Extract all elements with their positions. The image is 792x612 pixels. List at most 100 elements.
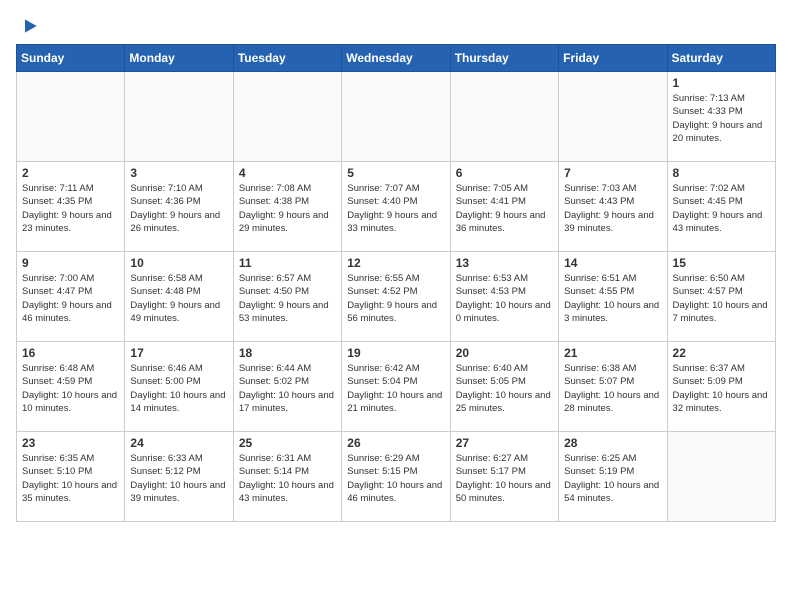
day-number: 18 <box>239 346 336 360</box>
calendar-header: SundayMondayTuesdayWednesdayThursdayFrid… <box>17 45 776 72</box>
calendar-cell: 23 Sunrise: 6:35 AM Sunset: 5:10 PM Dayli… <box>17 432 125 522</box>
day-number: 14 <box>564 256 661 270</box>
day-info: Sunrise: 6:42 AM Sunset: 5:04 PM Dayligh… <box>347 362 444 415</box>
day-number: 27 <box>456 436 553 450</box>
calendar-cell: 6 Sunrise: 7:05 AM Sunset: 4:41 PM Daylig… <box>450 162 558 252</box>
calendar-cell: 13 Sunrise: 6:53 AM Sunset: 4:53 PM Dayli… <box>450 252 558 342</box>
day-info: Sunrise: 7:02 AM Sunset: 4:45 PM Dayligh… <box>673 182 770 235</box>
day-number: 5 <box>347 166 444 180</box>
week-row-4: 23 Sunrise: 6:35 AM Sunset: 5:10 PM Dayli… <box>17 432 776 522</box>
day-number: 8 <box>673 166 770 180</box>
day-info: Sunrise: 7:08 AM Sunset: 4:38 PM Dayligh… <box>239 182 336 235</box>
day-info: Sunrise: 6:51 AM Sunset: 4:55 PM Dayligh… <box>564 272 661 325</box>
day-number: 2 <box>22 166 119 180</box>
calendar-cell: 14 Sunrise: 6:51 AM Sunset: 4:55 PM Dayli… <box>559 252 667 342</box>
calendar-cell <box>233 72 341 162</box>
day-number: 4 <box>239 166 336 180</box>
day-info: Sunrise: 6:33 AM Sunset: 5:12 PM Dayligh… <box>130 452 227 505</box>
calendar-cell <box>125 72 233 162</box>
weekday-header-monday: Monday <box>125 45 233 72</box>
day-info: Sunrise: 6:37 AM Sunset: 5:09 PM Dayligh… <box>673 362 770 415</box>
day-info: Sunrise: 6:48 AM Sunset: 4:59 PM Dayligh… <box>22 362 119 415</box>
weekday-header-sunday: Sunday <box>17 45 125 72</box>
day-number: 23 <box>22 436 119 450</box>
calendar-cell: 25 Sunrise: 6:31 AM Sunset: 5:14 PM Dayli… <box>233 432 341 522</box>
day-info: Sunrise: 6:58 AM Sunset: 4:48 PM Dayligh… <box>130 272 227 325</box>
logo <box>16 16 40 36</box>
day-number: 12 <box>347 256 444 270</box>
weekday-header-tuesday: Tuesday <box>233 45 341 72</box>
day-info: Sunrise: 6:31 AM Sunset: 5:14 PM Dayligh… <box>239 452 336 505</box>
day-info: Sunrise: 6:55 AM Sunset: 4:52 PM Dayligh… <box>347 272 444 325</box>
calendar-cell: 27 Sunrise: 6:27 AM Sunset: 5:17 PM Dayli… <box>450 432 558 522</box>
calendar-cell: 7 Sunrise: 7:03 AM Sunset: 4:43 PM Daylig… <box>559 162 667 252</box>
day-info: Sunrise: 6:25 AM Sunset: 5:19 PM Dayligh… <box>564 452 661 505</box>
calendar-cell: 1 Sunrise: 7:13 AM Sunset: 4:33 PM Daylig… <box>667 72 775 162</box>
calendar-cell: 21Sunrise: 6:38 AM Sunset: 5:07 PM Dayli… <box>559 342 667 432</box>
calendar-cell: 17Sunrise: 6:46 AM Sunset: 5:00 PM Dayli… <box>125 342 233 432</box>
day-info: Sunrise: 6:38 AM Sunset: 5:07 PM Dayligh… <box>564 362 661 415</box>
day-info: Sunrise: 6:35 AM Sunset: 5:10 PM Dayligh… <box>22 452 119 505</box>
day-number: 15 <box>673 256 770 270</box>
calendar-cell: 10 Sunrise: 6:58 AM Sunset: 4:48 PM Dayli… <box>125 252 233 342</box>
day-info: Sunrise: 7:07 AM Sunset: 4:40 PM Dayligh… <box>347 182 444 235</box>
day-number: 16 <box>22 346 119 360</box>
calendar-cell: 28 Sunrise: 6:25 AM Sunset: 5:19 PM Dayli… <box>559 432 667 522</box>
day-number: 24 <box>130 436 227 450</box>
calendar-cell: 15 Sunrise: 6:50 AM Sunset: 4:57 PM Dayli… <box>667 252 775 342</box>
week-row-0: 1 Sunrise: 7:13 AM Sunset: 4:33 PM Daylig… <box>17 72 776 162</box>
week-row-2: 9 Sunrise: 7:00 AM Sunset: 4:47 PM Daylig… <box>17 252 776 342</box>
day-info: Sunrise: 6:29 AM Sunset: 5:15 PM Dayligh… <box>347 452 444 505</box>
calendar-cell: 12 Sunrise: 6:55 AM Sunset: 4:52 PM Dayli… <box>342 252 450 342</box>
calendar-cell <box>342 72 450 162</box>
day-info: Sunrise: 6:27 AM Sunset: 5:17 PM Dayligh… <box>456 452 553 505</box>
calendar-cell: 3 Sunrise: 7:10 AM Sunset: 4:36 PM Daylig… <box>125 162 233 252</box>
day-info: Sunrise: 7:03 AM Sunset: 4:43 PM Dayligh… <box>564 182 661 235</box>
day-number: 20 <box>456 346 553 360</box>
day-number: 1 <box>673 76 770 90</box>
calendar-cell: 4 Sunrise: 7:08 AM Sunset: 4:38 PM Daylig… <box>233 162 341 252</box>
day-number: 28 <box>564 436 661 450</box>
day-number: 26 <box>347 436 444 450</box>
day-number: 22 <box>673 346 770 360</box>
calendar-cell: 11 Sunrise: 6:57 AM Sunset: 4:50 PM Dayli… <box>233 252 341 342</box>
weekday-header-thursday: Thursday <box>450 45 558 72</box>
day-info: Sunrise: 6:50 AM Sunset: 4:57 PM Dayligh… <box>673 272 770 325</box>
day-info: Sunrise: 7:05 AM Sunset: 4:41 PM Dayligh… <box>456 182 553 235</box>
calendar: SundayMondayTuesdayWednesdayThursdayFrid… <box>16 44 776 522</box>
page-header <box>16 16 776 36</box>
calendar-cell: 2 Sunrise: 7:11 AM Sunset: 4:35 PM Daylig… <box>17 162 125 252</box>
calendar-cell: 16 Sunrise: 6:48 AM Sunset: 4:59 PM Dayli… <box>17 342 125 432</box>
calendar-cell: 24 Sunrise: 6:33 AM Sunset: 5:12 PM Dayli… <box>125 432 233 522</box>
day-number: 13 <box>456 256 553 270</box>
day-number: 3 <box>130 166 227 180</box>
day-number: 10 <box>130 256 227 270</box>
calendar-cell: 19 Sunrise: 6:42 AM Sunset: 5:04 PM Dayli… <box>342 342 450 432</box>
calendar-cell <box>667 432 775 522</box>
calendar-cell <box>450 72 558 162</box>
day-info: Sunrise: 7:00 AM Sunset: 4:47 PM Dayligh… <box>22 272 119 325</box>
day-info: Sunrise: 6:53 AM Sunset: 4:53 PM Dayligh… <box>456 272 553 325</box>
calendar-cell: 8 Sunrise: 7:02 AM Sunset: 4:45 PM Daylig… <box>667 162 775 252</box>
day-info: Sunrise: 6:40 AM Sunset: 5:05 PM Dayligh… <box>456 362 553 415</box>
calendar-cell: 5 Sunrise: 7:07 AM Sunset: 4:40 PM Daylig… <box>342 162 450 252</box>
weekday-header-saturday: Saturday <box>667 45 775 72</box>
day-number: 7 <box>564 166 661 180</box>
week-row-3: 16 Sunrise: 6:48 AM Sunset: 4:59 PM Dayli… <box>17 342 776 432</box>
day-number: 25 <box>239 436 336 450</box>
calendar-cell: 18Sunrise: 6:44 AM Sunset: 5:02 PM Dayli… <box>233 342 341 432</box>
calendar-cell: 20 Sunrise: 6:40 AM Sunset: 5:05 PM Dayli… <box>450 342 558 432</box>
day-info: Sunrise: 6:57 AM Sunset: 4:50 PM Dayligh… <box>239 272 336 325</box>
day-number: 19 <box>347 346 444 360</box>
day-number: 6 <box>456 166 553 180</box>
day-number: 11 <box>239 256 336 270</box>
calendar-cell: 9 Sunrise: 7:00 AM Sunset: 4:47 PM Daylig… <box>17 252 125 342</box>
day-info: Sunrise: 7:11 AM Sunset: 4:35 PM Dayligh… <box>22 182 119 235</box>
day-info: Sunrise: 7:13 AM Sunset: 4:33 PM Dayligh… <box>673 92 770 145</box>
calendar-cell: 22 Sunrise: 6:37 AM Sunset: 5:09 PM Dayli… <box>667 342 775 432</box>
day-number: 9 <box>22 256 119 270</box>
day-info: Sunrise: 7:10 AM Sunset: 4:36 PM Dayligh… <box>130 182 227 235</box>
day-number: 17 <box>130 346 227 360</box>
calendar-cell <box>559 72 667 162</box>
weekday-header-friday: Friday <box>559 45 667 72</box>
